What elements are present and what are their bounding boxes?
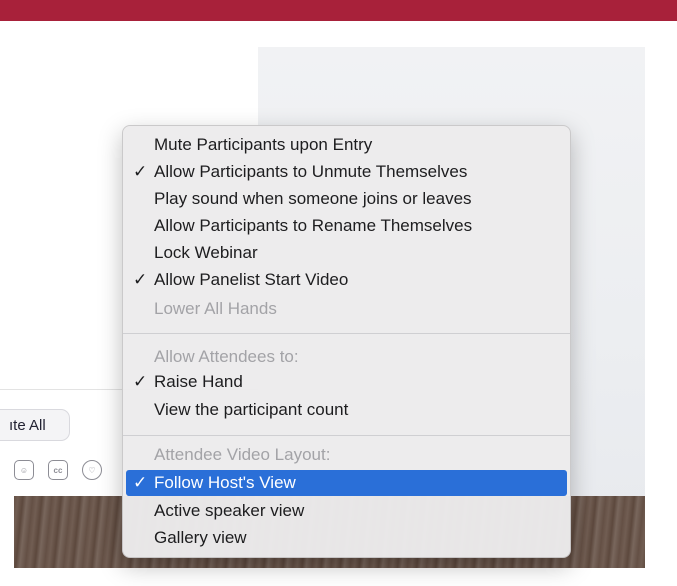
- menu-item-mute-upon-entry[interactable]: Mute Participants upon Entry: [123, 132, 570, 158]
- face-icon[interactable]: ☺: [14, 460, 34, 480]
- mute-all-button[interactable]: ıte All: [0, 409, 70, 441]
- menu-item-active-speaker-view[interactable]: Active speaker view: [123, 498, 570, 524]
- menu-item-allow-rename[interactable]: Allow Participants to Rename Themselves: [123, 213, 570, 239]
- menu-header-allow-attendees: Allow Attendees to:: [154, 347, 299, 366]
- menu-item-view-participant-count[interactable]: View the participant count: [123, 397, 570, 423]
- menu-header-video-layout: Attendee Video Layout:: [154, 445, 331, 464]
- check-icon: ✓: [133, 473, 148, 492]
- menu-item-lock-webinar[interactable]: Lock Webinar: [123, 240, 570, 266]
- top-accent-bar: [0, 0, 677, 21]
- cc-icon[interactable]: cc: [48, 460, 68, 480]
- menu-separator: [123, 333, 570, 334]
- menu-separator: [123, 435, 570, 436]
- check-icon: ✓: [133, 270, 148, 289]
- reaction-icon[interactable]: ♡: [82, 460, 102, 480]
- toolbar-icons: ☺ cc ♡: [14, 460, 102, 482]
- menu-item-play-sound[interactable]: Play sound when someone joins or leaves: [123, 186, 570, 212]
- menu-item-follow-hosts-view[interactable]: ✓ Follow Host's View: [126, 470, 567, 496]
- menu-item-gallery-view[interactable]: Gallery view: [123, 525, 570, 551]
- menu-item-lower-all-hands: Lower All Hands: [154, 299, 277, 318]
- more-options-menu: Mute Participants upon Entry ✓ Allow Par…: [122, 125, 571, 558]
- menu-item-raise-hand[interactable]: ✓ Raise Hand: [123, 369, 570, 395]
- check-icon: ✓: [133, 372, 148, 391]
- menu-item-allow-unmute[interactable]: ✓ Allow Participants to Unmute Themselve…: [123, 159, 570, 185]
- check-icon: ✓: [133, 162, 148, 181]
- menu-item-panelist-start-video[interactable]: ✓ Allow Panelist Start Video: [123, 267, 570, 293]
